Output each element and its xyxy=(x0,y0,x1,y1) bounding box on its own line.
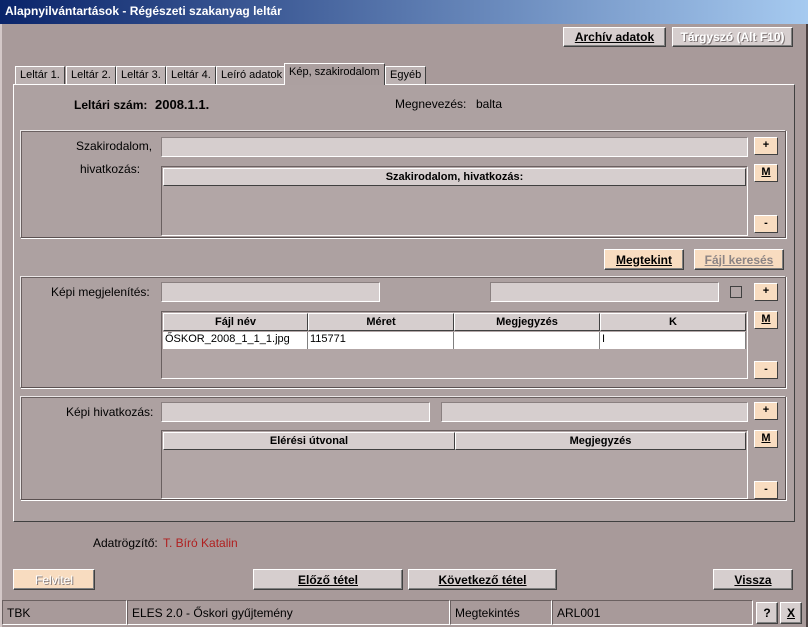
reference-modify-button[interactable]: M xyxy=(754,430,778,448)
add-record-button[interactable]: Felvitel xyxy=(13,569,95,590)
literature-add-button[interactable]: + xyxy=(754,137,778,155)
archive-data-button[interactable]: Archív adatok xyxy=(563,27,666,47)
table-row-k[interactable]: I xyxy=(600,332,746,349)
designation-value: balta xyxy=(476,97,503,111)
file-search-button[interactable]: Fájl keresés xyxy=(694,249,784,270)
image-checkbox[interactable] xyxy=(730,286,742,298)
literature-modify-button[interactable]: M xyxy=(754,164,778,182)
subject-keyword-button[interactable]: Tárgyszó (Alt F10) xyxy=(672,27,793,47)
tab-leltar-4[interactable]: Leltár 4. xyxy=(166,66,216,84)
table-row-note[interactable] xyxy=(454,332,600,349)
tab-image-literature[interactable]: Kép, szakirodalom xyxy=(284,63,385,85)
table-row-size[interactable]: 115771 xyxy=(308,332,454,349)
designation-label: Megnevezés: xyxy=(395,97,467,111)
literature-label: Szakirodalom, xyxy=(76,139,153,153)
recorder-label: Adatrögzítő: xyxy=(93,536,158,550)
column-k[interactable]: K xyxy=(600,313,746,331)
tab-descriptive-data[interactable]: Leíró adatok xyxy=(216,66,288,84)
tab-leltar-1[interactable]: Leltár 1. xyxy=(15,66,65,84)
literature-column-header[interactable]: Szakirodalom, hivatkozás: xyxy=(163,168,746,186)
view-button[interactable]: Megtekint xyxy=(604,249,684,270)
image-remove-button[interactable]: - xyxy=(754,361,778,379)
literature-grid[interactable]: Szakirodalom, hivatkozás: xyxy=(161,166,748,236)
inventory-number-value: 2008.1.1. xyxy=(155,97,210,112)
image-display-label: Képi megjelenítés: xyxy=(51,285,150,299)
table-row-file-name[interactable]: ŐSKOR_2008_1_1_1.jpg xyxy=(163,332,308,349)
status-code: ARL001 xyxy=(552,600,753,625)
column-note[interactable]: Megjegyzés xyxy=(454,313,600,331)
window-title-bar: Alapnyilvántartások - Régészeti szakanya… xyxy=(0,0,808,24)
next-item-button[interactable]: Következő tétel xyxy=(408,569,557,590)
image-reference-path-input[interactable] xyxy=(161,402,430,422)
column-reference-note[interactable]: Megjegyzés xyxy=(455,432,746,450)
tab-other[interactable]: Egyéb xyxy=(385,66,427,84)
inventory-number-label: Leltári szám: xyxy=(74,98,148,112)
image-reference-grid[interactable]: Elérési útvonal Megjegyzés xyxy=(161,430,748,499)
reference-add-button[interactable]: + xyxy=(754,402,778,420)
image-add-button[interactable]: + xyxy=(754,283,778,301)
tab-leltar-2[interactable]: Leltár 2. xyxy=(66,66,116,84)
image-reference-label: Képi hivatkozás: xyxy=(66,405,154,419)
close-button[interactable]: X xyxy=(780,602,802,624)
image-display-input[interactable] xyxy=(161,282,380,302)
image-modify-button[interactable]: M xyxy=(754,311,778,329)
status-app: TBK xyxy=(2,600,127,625)
status-mode: Megtekintés xyxy=(450,600,552,625)
previous-item-button[interactable]: Előző tétel xyxy=(253,569,403,590)
back-button[interactable]: Vissza xyxy=(713,569,793,590)
image-path-input[interactable] xyxy=(490,282,719,302)
window-title: Alapnyilvántartások - Régészeti szakanya… xyxy=(5,4,282,18)
recorder-value: T. Bíró Katalin xyxy=(163,536,238,550)
reference-label: hivatkozás: xyxy=(80,162,141,176)
image-files-grid[interactable]: Fájl név Méret Megjegyzés K ŐSKOR_2008_1… xyxy=(161,311,748,379)
column-file-name[interactable]: Fájl név xyxy=(163,313,308,331)
literature-remove-button[interactable]: - xyxy=(754,215,778,233)
tab-leltar-3[interactable]: Leltár 3. xyxy=(116,66,166,84)
help-button[interactable]: ? xyxy=(756,602,778,624)
image-reference-note-input[interactable] xyxy=(441,402,748,422)
column-size[interactable]: Méret xyxy=(308,313,454,331)
literature-input[interactable] xyxy=(161,137,748,157)
status-collection: ELES 2.0 - Őskori gyűjtemény xyxy=(127,600,450,625)
column-access-path[interactable]: Elérési útvonal xyxy=(163,432,455,450)
reference-remove-button[interactable]: - xyxy=(754,481,778,499)
